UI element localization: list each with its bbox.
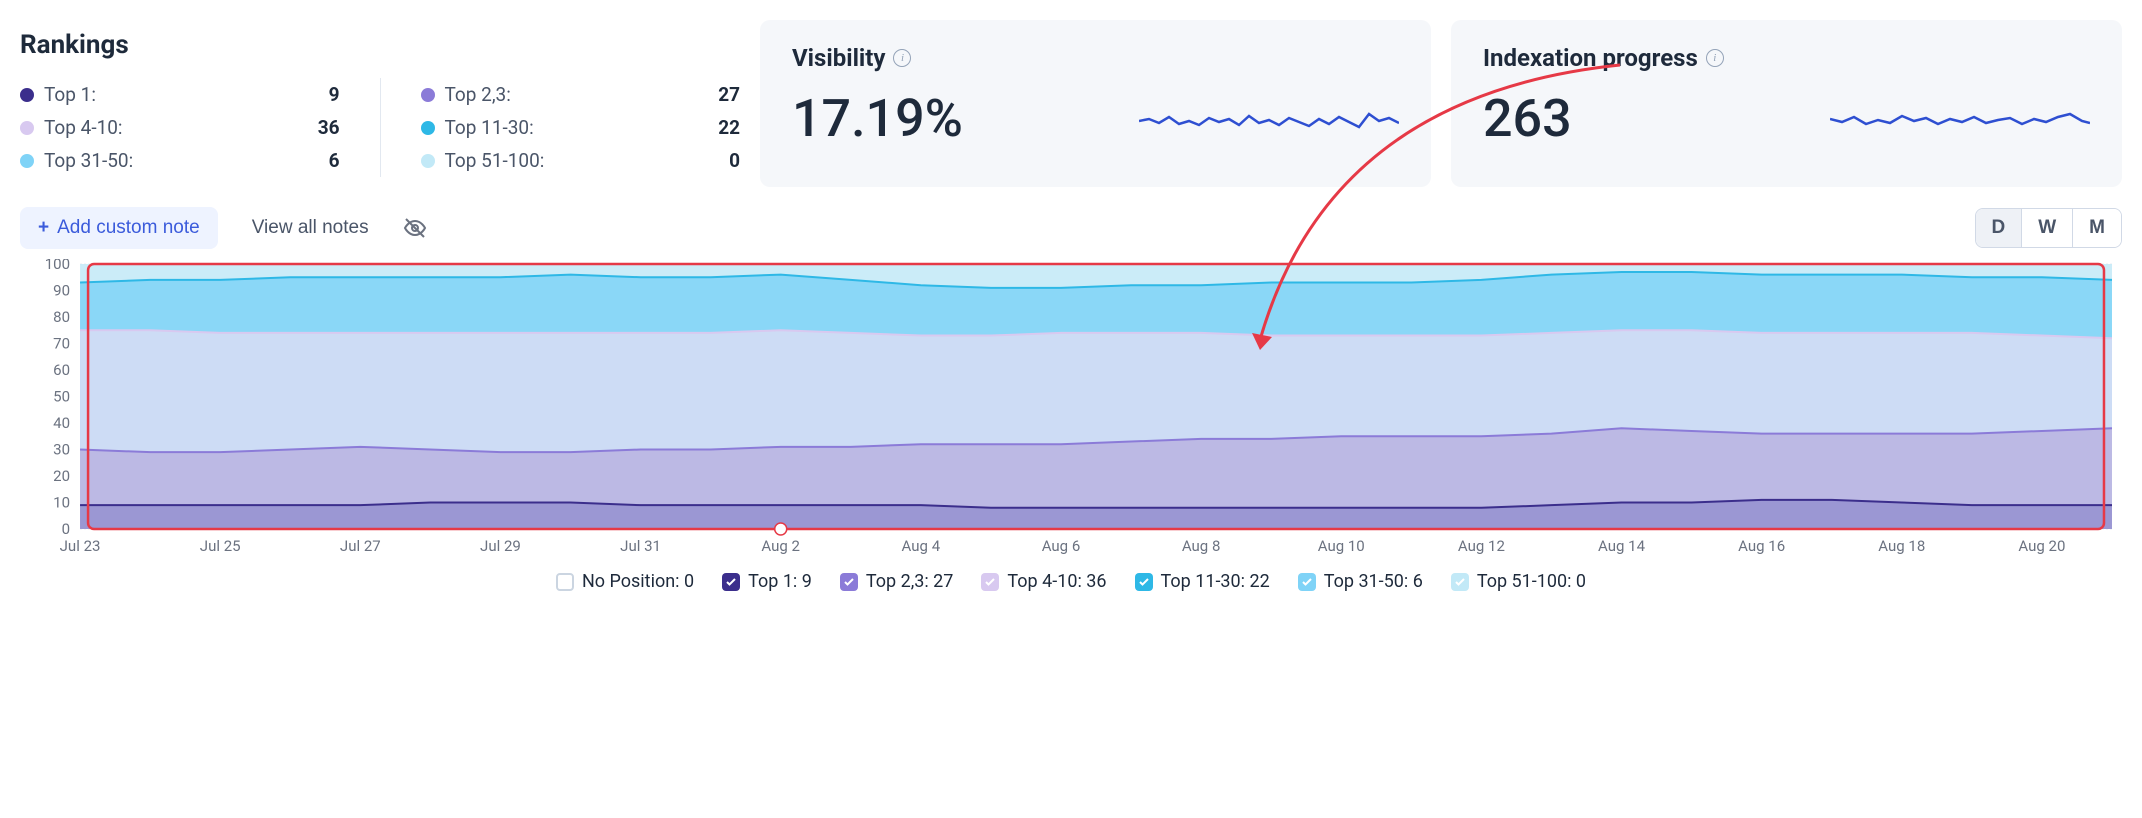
rank-dot — [20, 88, 34, 102]
add-custom-note-button[interactable]: + Add custom note — [20, 207, 218, 249]
period-button-m[interactable]: M — [2073, 209, 2121, 247]
rankings-divider — [380, 78, 381, 177]
rank-item[interactable]: Top 4-10: 36 — [20, 111, 340, 144]
legend-item[interactable]: Top 2,3: 27 — [840, 571, 954, 592]
svg-text:70: 70 — [53, 335, 70, 353]
checkbox-checked-icon — [1298, 573, 1316, 591]
svg-text:50: 50 — [53, 388, 70, 406]
legend-item[interactable]: Top 51-100: 0 — [1451, 571, 1586, 592]
info-icon[interactable]: i — [893, 49, 911, 67]
rank-label: Top 11-30: — [445, 116, 534, 139]
svg-text:40: 40 — [53, 414, 70, 432]
rank-item[interactable]: Top 51-100: 0 — [421, 144, 741, 177]
checkbox-empty-icon — [556, 573, 574, 591]
legend-label: Top 1: 9 — [748, 571, 812, 592]
legend-label: Top 51-100: 0 — [1477, 571, 1586, 592]
legend-item[interactable]: Top 4-10: 36 — [981, 571, 1106, 592]
legend-label: Top 4-10: 36 — [1007, 571, 1106, 592]
svg-text:60: 60 — [53, 361, 70, 379]
svg-text:Jul 23: Jul 23 — [60, 537, 101, 555]
rankings-chart: 0 10 20 30 40 50 60 70 80 90 100 Jul 23 Jul 25 Jul 27… — [20, 259, 2122, 559]
rank-dot — [20, 154, 34, 168]
eye-off-icon[interactable] — [403, 216, 427, 240]
chart-legend: No Position: 0 Top 1: 9 Top 2,3: 27 Top 4-1… — [20, 571, 2122, 592]
indexation-card: Indexation progress i 263 — [1451, 20, 2122, 187]
indexation-title: Indexation progress — [1483, 44, 1698, 72]
checkbox-checked-icon — [981, 573, 999, 591]
svg-text:Aug 6: Aug 6 — [1042, 537, 1081, 555]
rank-dot — [421, 88, 435, 102]
svg-text:Jul 29: Jul 29 — [480, 537, 521, 555]
legend-label: Top 31-50: 6 — [1324, 571, 1423, 592]
checkbox-checked-icon — [722, 573, 740, 591]
period-toggle: DWM — [1975, 208, 2123, 248]
period-button-w[interactable]: W — [2022, 209, 2073, 247]
rank-label: Top 2,3: — [445, 83, 511, 106]
svg-text:90: 90 — [53, 282, 70, 300]
rank-label: Top 31-50: — [44, 149, 133, 172]
svg-text:Aug 8: Aug 8 — [1182, 537, 1221, 555]
rank-dot — [421, 121, 435, 135]
svg-text:80: 80 — [53, 308, 70, 326]
rank-value: 6 — [329, 149, 340, 172]
rank-value: 36 — [318, 116, 340, 139]
svg-text:10: 10 — [53, 494, 70, 512]
legend-item[interactable]: No Position: 0 — [556, 571, 694, 592]
legend-item[interactable]: Top 31-50: 6 — [1298, 571, 1423, 592]
rank-value: 27 — [718, 83, 740, 106]
svg-text:Aug 16: Aug 16 — [1738, 537, 1785, 555]
svg-text:20: 20 — [53, 467, 70, 485]
checkbox-checked-icon — [1451, 573, 1469, 591]
plus-icon: + — [38, 217, 49, 239]
rank-item[interactable]: Top 1: 9 — [20, 78, 340, 111]
legend-label: Top 11-30: 22 — [1161, 571, 1270, 592]
svg-text:Jul 31: Jul 31 — [620, 537, 661, 555]
rankings-panel: Rankings Top 1: 9 Top 4-10: 36 Top 31-50… — [20, 20, 740, 187]
rank-dot — [20, 121, 34, 135]
checkbox-checked-icon — [1135, 573, 1153, 591]
rank-label: Top 1: — [44, 83, 96, 106]
rank-label: Top 51-100: — [445, 149, 545, 172]
legend-item[interactable]: Top 11-30: 22 — [1135, 571, 1270, 592]
rank-value: 22 — [718, 116, 740, 139]
visibility-title: Visibility — [792, 44, 885, 72]
svg-text:0: 0 — [62, 520, 70, 538]
rank-label: Top 4-10: — [44, 116, 123, 139]
svg-text:Aug 10: Aug 10 — [1318, 537, 1365, 555]
visibility-value: 17.19% — [792, 88, 963, 149]
svg-text:Aug 14: Aug 14 — [1598, 537, 1646, 555]
period-button-d[interactable]: D — [1976, 209, 2023, 247]
rank-value: 9 — [329, 83, 340, 106]
view-notes-label: View all notes — [252, 217, 369, 239]
rankings-title: Rankings — [20, 30, 740, 60]
info-icon[interactable]: i — [1706, 49, 1724, 67]
checkbox-checked-icon — [840, 573, 858, 591]
rank-dot — [421, 154, 435, 168]
svg-text:Aug 2: Aug 2 — [761, 537, 800, 555]
svg-text:100: 100 — [45, 259, 70, 273]
svg-text:Jul 25: Jul 25 — [200, 537, 241, 555]
legend-label: No Position: 0 — [582, 571, 694, 592]
legend-item[interactable]: Top 1: 9 — [722, 571, 812, 592]
view-all-notes-button[interactable]: View all notes — [234, 207, 387, 249]
rank-item[interactable]: Top 31-50: 6 — [20, 144, 340, 177]
svg-text:Aug 12: Aug 12 — [1458, 537, 1505, 555]
svg-text:Jul 27: Jul 27 — [340, 537, 381, 555]
indexation-value: 263 — [1483, 88, 1572, 149]
visibility-card: Visibility i 17.19% — [760, 20, 1431, 187]
svg-text:Aug 4: Aug 4 — [902, 537, 941, 555]
rank-item[interactable]: Top 11-30: 22 — [421, 111, 741, 144]
rank-item[interactable]: Top 2,3: 27 — [421, 78, 741, 111]
svg-text:Aug 20: Aug 20 — [2018, 537, 2065, 555]
svg-text:Aug 18: Aug 18 — [1878, 537, 1925, 555]
add-note-label: Add custom note — [57, 217, 200, 239]
indexation-sparkline — [1830, 99, 2090, 139]
svg-text:30: 30 — [53, 441, 70, 459]
legend-label: Top 2,3: 27 — [866, 571, 954, 592]
visibility-sparkline — [1139, 99, 1399, 139]
rank-value: 0 — [729, 149, 740, 172]
